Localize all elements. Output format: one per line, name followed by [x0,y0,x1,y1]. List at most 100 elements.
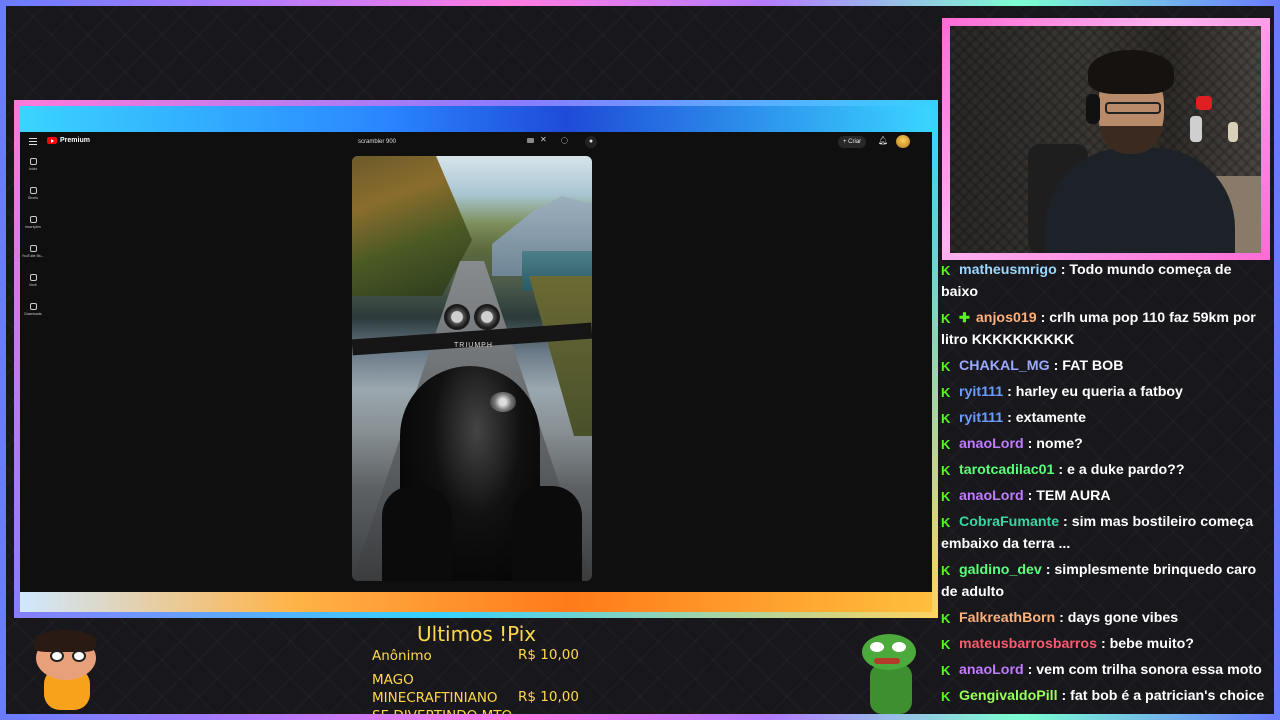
chat-username[interactable]: CobraFumante [959,514,1059,530]
music-icon [29,245,37,252]
glasses [1105,102,1161,114]
chat-username[interactable]: anaoLord [959,488,1024,504]
chat-username[interactable]: mateusbarrosbarros [959,636,1097,652]
pepe-body [870,664,912,714]
red-light [1196,96,1212,110]
pix-amount: R$ 10,00 [518,647,579,663]
pepe-eye [870,642,884,652]
search-icon[interactable] [561,137,568,144]
kick-badge-icon: K [941,385,951,400]
chat-message: KanaoLord : nome? [941,433,1273,459]
chat-separator: : [1049,358,1063,374]
chat-text: infelizmente [1069,714,1151,716]
create-button[interactable]: + Criar [838,136,867,148]
kick-badge-icon: K [941,515,951,530]
sidebar-item-label: Você [29,283,37,287]
clear-search-icon[interactable]: ✕ [540,135,547,144]
pepe-mouth [874,658,900,664]
sidebar-item-subscriptions[interactable]: Inscrições [20,216,46,245]
chat-username[interactable]: GengivaldoPill [959,688,1058,704]
chat-separator: : [1023,488,1037,504]
chat-text: e a duke pardo?? [1067,462,1185,478]
chat-text: extamente [1015,410,1086,426]
chat-separator: : [1023,436,1037,452]
user-icon [29,274,37,281]
sidebar-item-label: Início [28,167,38,171]
youtube-logo-text: Premium [60,137,90,144]
download-icon [29,303,37,310]
chat-message: K CHAKAL_MG : FAT BOB [941,355,1273,381]
mascot-eye [72,650,86,662]
sidebar-item-music[interactable]: YouTube Mu... [20,245,46,274]
bottom-bar: Ultimos !Pix Anônimo R$ 10,00 MAGO MINEC… [14,620,938,720]
chat-message: K FalkreathBorn : days gone vibes [941,607,1273,633]
search-input[interactable]: scrambler 900 [353,136,583,148]
sidebar-item-you[interactable]: Você [20,274,46,303]
chat-separator: : [1057,688,1071,704]
figurine [1190,116,1202,142]
plus-badge-icon: ✚ [959,310,970,325]
sidebar-item-label: Inscrições [25,225,41,229]
mascot-eye [50,650,64,662]
chat-username[interactable]: anjos019 [976,310,1037,326]
mascot-hair [34,630,96,652]
kick-badge-icon: K [941,359,951,374]
streamer-hair [1088,50,1174,94]
sidebar-item-home[interactable]: Início [20,158,46,187]
short-video-player[interactable]: TRIUMPH [352,156,592,581]
chat-text: FAT BOB [1062,358,1124,374]
home-icon [29,158,37,165]
pepe-frog [856,630,926,716]
chat-separator: : [1057,714,1070,716]
sidebar-item-downloads[interactable]: Downloads [20,303,46,332]
chat-username[interactable]: CHAKAL_MG [959,358,1050,374]
sidebar-item-shorts[interactable]: Shorts [20,187,46,216]
motorcycle-fuelcap [490,392,516,412]
rider-knee [382,486,452,581]
chat-message: K CobraFumante : sim mas bostileiro começ… [941,511,1273,559]
chat-separator: : [1036,310,1050,326]
avatar[interactable] [896,135,910,148]
chat-message: Kmatheusmrigo : infelizmente [941,711,1273,716]
chat-username[interactable]: anaoLord [959,662,1024,678]
pix-amount: R$ 10,00 [518,689,579,705]
chat-separator: : [1023,662,1037,678]
chat-separator: : [1055,610,1068,626]
youtube-logo[interactable]: Premium [47,137,90,144]
chat-text: nome? [1036,436,1083,452]
keyboard-icon[interactable] [527,138,534,143]
youtube-topbar: Premium scrambler 900 ✕ ● + Criar 🔔︎ [20,132,932,152]
chat-username[interactable]: ryit111 [959,410,1003,426]
mascot-character [22,628,112,716]
chat-panel: Kmatheusmrigo : Todo mundo começa de bai… [941,259,1273,716]
sidebar-item-label: YouTube Mu... [21,254,45,258]
chat-separator: : [1097,636,1110,652]
chat-username[interactable]: matheusmrigo [959,262,1057,278]
chat-text: fat bob é a patrician's choice [1070,688,1265,704]
chat-username[interactable]: ryit111 [959,384,1003,400]
menu-icon[interactable] [29,138,37,145]
chat-username[interactable]: matheusmrigo [959,714,1057,716]
kick-badge-icon: K [941,411,951,426]
youtube-window: Premium scrambler 900 ✕ ● + Criar 🔔︎ Iní… [20,132,932,592]
pix-donor-name: MAGO MINECRAFTINIANO SE DIVERTINDO MTO [372,672,513,720]
bell-icon[interactable]: 🔔︎ [878,136,888,145]
chat-message: Kryit111 : extamente [941,407,1273,433]
figurine [1228,122,1238,142]
video-scenery [352,156,472,296]
kick-badge-icon: K [941,463,951,478]
kick-badge-icon: K [941,689,951,704]
screen-share-frame: Premium scrambler 900 ✕ ● + Criar 🔔︎ Iní… [14,100,938,618]
kick-badge-icon: K [941,637,951,652]
chat-separator: : [1054,462,1068,478]
chat-username[interactable]: FalkreathBorn [959,610,1055,626]
chat-username[interactable]: tarotcadilac01 [959,462,1054,478]
chat-message: Ktarotcadilac01 : e a duke pardo?? [941,459,1273,485]
chat-separator: : [1056,262,1070,278]
chat-username[interactable]: galdino_dev [959,562,1042,578]
motorcycle-gauge [474,304,500,330]
chat-message: Kmatheusmrigo : Todo mundo começa de bai… [941,259,1273,307]
mic-icon[interactable]: ● [585,136,597,148]
pepe-head [862,634,916,670]
chat-username[interactable]: anaoLord [959,436,1024,452]
